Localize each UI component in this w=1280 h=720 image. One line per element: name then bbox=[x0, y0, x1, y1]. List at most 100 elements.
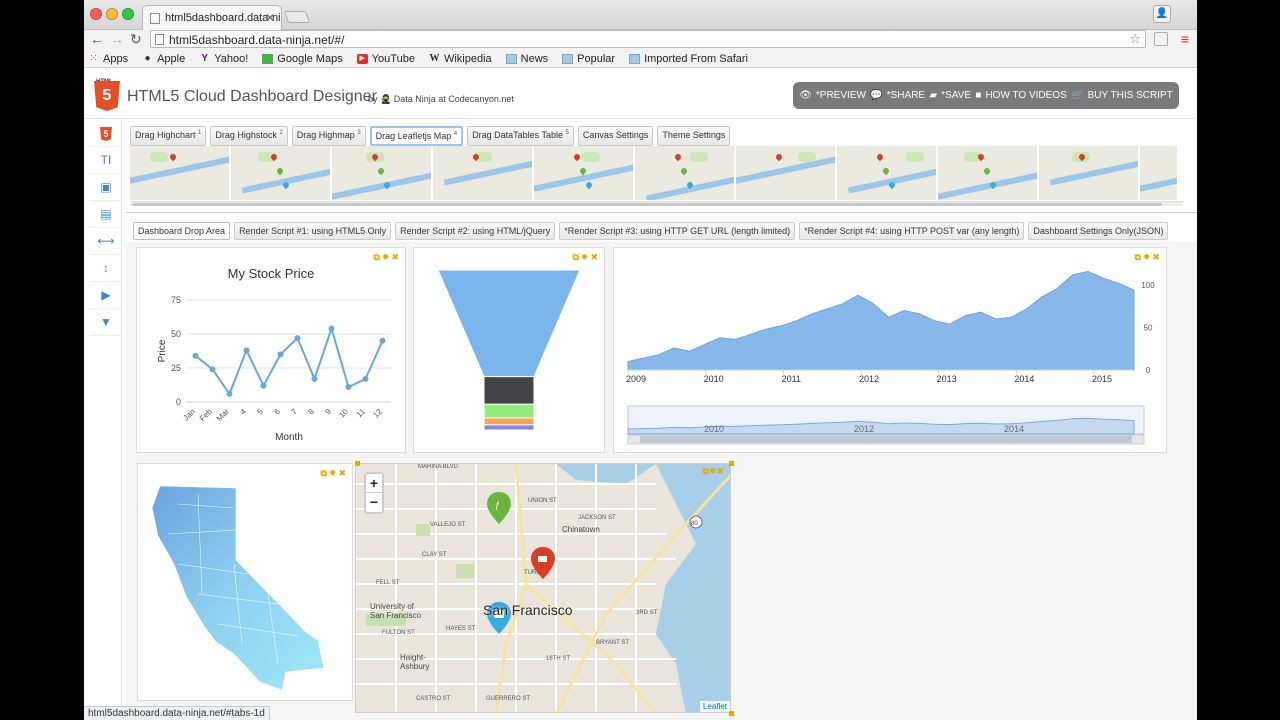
maps-icon bbox=[262, 53, 274, 64]
bookmark-label: Apple bbox=[157, 52, 186, 65]
resize-handle[interactable] bbox=[355, 461, 360, 466]
btn-sup: 2 bbox=[279, 130, 283, 136]
canvas-settings-button[interactable]: Canvas Settings bbox=[577, 126, 654, 146]
text-icon[interactable]: TI bbox=[90, 147, 122, 174]
how-to-videos-button[interactable]: ■ HOW TO VIDEOS bbox=[975, 90, 1066, 101]
svg-text:HAYES ST: HAYES ST bbox=[446, 626, 476, 632]
theme-settings-button[interactable]: Theme Settings bbox=[657, 126, 731, 146]
x-tick-label: 4 bbox=[238, 407, 248, 417]
x-tick-label: Mar bbox=[215, 407, 231, 423]
tab-dashboard-settings-json[interactable]: Dashboard Settings Only(JSON) bbox=[1028, 222, 1169, 240]
image-icon[interactable]: ▣ bbox=[90, 174, 122, 201]
bookmark-google-maps[interactable]: Google Maps bbox=[262, 52, 343, 65]
save-button[interactable]: ▰ *SAVE bbox=[929, 90, 971, 101]
bookmark-apple[interactable]: ● Apple bbox=[142, 52, 186, 65]
map-style-thumbnail[interactable] bbox=[736, 146, 835, 200]
tab-render-script-4[interactable]: *Render Script #4: using HTTP POST var (… bbox=[799, 222, 1025, 240]
preview-button[interactable]: 👁 *PREVIEW bbox=[799, 90, 866, 101]
svg-text:3RD ST: 3RD ST bbox=[636, 610, 658, 616]
bookmark-apps[interactable]: ⁙ Apps bbox=[88, 53, 128, 65]
dropdown-icon[interactable]: ▼ bbox=[90, 309, 122, 336]
share-button[interactable]: 💬 *SHARE bbox=[870, 90, 925, 101]
funnel-chart bbox=[437, 269, 581, 431]
menu-icon[interactable]: ≡ bbox=[1181, 31, 1189, 47]
scrollbar-thumb[interactable] bbox=[132, 203, 1162, 206]
btn-label: Drag DataTables Table bbox=[472, 130, 563, 140]
close-window-icon[interactable] bbox=[90, 8, 102, 20]
x-tick-label: 2009 bbox=[626, 374, 646, 384]
back-arrow-icon[interactable]: ← bbox=[90, 31, 104, 47]
bookmark-yahoo[interactable]: Y Yahoo! bbox=[199, 53, 248, 65]
drag-highstock-button[interactable]: Drag Highstock 2 bbox=[210, 126, 288, 146]
map-style-thumbnail[interactable] bbox=[938, 146, 1037, 200]
svg-text:GUERRERO ST: GUERRERO ST bbox=[486, 696, 530, 702]
address-bar[interactable]: html5dashboard.data-ninja.net/#/ ☆ bbox=[150, 30, 1146, 48]
resize-handle[interactable] bbox=[729, 711, 734, 716]
video-icon[interactable]: ▶ bbox=[90, 282, 122, 309]
extension-icon[interactable] bbox=[1154, 32, 1168, 46]
bookmark-news[interactable]: News bbox=[505, 53, 548, 65]
zoom-in-button[interactable]: + bbox=[366, 474, 382, 493]
y-tick-label: 75 bbox=[171, 295, 181, 305]
park-shape bbox=[150, 152, 168, 162]
map-style-thumbnail[interactable] bbox=[1039, 146, 1138, 200]
btn-label: Canvas Settings bbox=[582, 130, 649, 140]
bookmark-youtube[interactable]: ▶ YouTube bbox=[356, 53, 415, 65]
drag-highmap-button[interactable]: Drag Highmap 3 bbox=[291, 126, 366, 146]
tab-render-script-1[interactable]: Render Script #1: using HTML5 Only bbox=[234, 222, 392, 240]
map-style-thumbnail[interactable] bbox=[837, 146, 936, 200]
close-tab-icon[interactable]: ✕ bbox=[265, 11, 275, 25]
drag-leaflet-map-button[interactable]: Drag Leafletjs Map 4 bbox=[369, 126, 464, 146]
buy-script-button[interactable]: 🛒 BUY THIS SCRIPT bbox=[1071, 90, 1173, 101]
thumbnail-scrollbar[interactable] bbox=[130, 201, 1183, 206]
y-tick-label: 50 bbox=[1144, 324, 1153, 333]
y-tick-label: 100 bbox=[1141, 281, 1155, 290]
tab-render-script-3[interactable]: *Render Script #3: using HTTP GET URL (l… bbox=[559, 222, 796, 240]
svg-text:80: 80 bbox=[691, 521, 698, 527]
dashboard-drop-area[interactable]: ⧉ ✹ ✖ My Stock Price 0 25 50 75 Jan Feb Mar 4 5 6 7 8… bbox=[126, 242, 1197, 720]
funnel-chart-panel[interactable]: ⧉ ✹ ✖ bbox=[413, 247, 605, 453]
map-style-thumbnail[interactable] bbox=[332, 146, 431, 200]
document-icon[interactable]: ▤ bbox=[90, 201, 122, 228]
resize-handle[interactable] bbox=[729, 461, 734, 466]
bookmark-wikipedia[interactable]: W Wikipedia bbox=[429, 53, 491, 65]
map-style-thumbnail[interactable] bbox=[130, 146, 229, 200]
map-style-thumbnail[interactable] bbox=[1140, 146, 1177, 200]
map-style-thumbnail[interactable] bbox=[433, 146, 532, 200]
river-shape bbox=[1140, 160, 1177, 194]
html5-badge: 5 bbox=[100, 127, 112, 141]
reload-icon[interactable]: ↻ bbox=[130, 31, 142, 48]
maximize-window-icon[interactable] bbox=[122, 8, 134, 20]
eye-icon: 👁 bbox=[799, 90, 812, 101]
highmap-panel[interactable]: ⧉ ✹ ✖ bbox=[137, 463, 353, 701]
tab-dashboard-drop-area[interactable]: Dashboard Drop Area bbox=[133, 222, 231, 240]
california-shape[interactable] bbox=[151, 485, 325, 691]
navigator-tick-label: 2012 bbox=[854, 424, 874, 434]
bookmark-imported[interactable]: Imported From Safari bbox=[629, 53, 748, 65]
forward-arrow-icon[interactable]: → bbox=[110, 31, 124, 47]
stock-chart-panel[interactable]: ⧉ ✹ ✖ 0 50 100 2009 2010 2011 2012 2013 2014 2015 20… bbox=[613, 247, 1167, 453]
map-style-thumbnail[interactable] bbox=[534, 146, 633, 200]
horizontal-spacer-icon[interactable]: ⟷ bbox=[90, 228, 122, 255]
folder-icon: ▰ bbox=[929, 90, 938, 101]
bookmark-star-icon[interactable]: ☆ bbox=[1129, 31, 1141, 47]
leaflet-attribution[interactable]: Leaflet bbox=[699, 701, 730, 712]
close-icon[interactable]: ✖ bbox=[716, 466, 724, 476]
river-shape bbox=[534, 160, 633, 194]
drag-datatables-button[interactable]: Drag DataTables Table 5 bbox=[467, 126, 574, 146]
map-style-thumbnail[interactable] bbox=[231, 146, 330, 200]
bookmark-popular[interactable]: Popular bbox=[562, 53, 615, 65]
new-tab-button[interactable] bbox=[283, 11, 311, 23]
drag-highchart-button[interactable]: Drag Highchart 1 bbox=[130, 126, 207, 146]
html5-icon[interactable]: 5 bbox=[90, 120, 122, 147]
minimize-window-icon[interactable] bbox=[106, 8, 118, 20]
tab-render-script-2[interactable]: Render Script #2: using HTML/jQuery bbox=[395, 222, 556, 240]
zoom-out-button[interactable]: − bbox=[366, 493, 382, 512]
browser-tab[interactable]: html5dashboard.data-ninja ✕ bbox=[142, 5, 282, 30]
map-style-thumbnail[interactable] bbox=[635, 146, 734, 200]
leaflet-map[interactable]: MARINA BLVD UNION ST VALLEJO ST JACKSON … bbox=[355, 463, 731, 713]
vertical-spacer-icon[interactable]: ↕ bbox=[90, 255, 122, 282]
bookmark-label: Google Maps bbox=[277, 52, 343, 65]
line-chart-panel[interactable]: ⧉ ✹ ✖ My Stock Price 0 25 50 75 Jan Feb Mar 4 5 6 7 8… bbox=[136, 247, 406, 453]
profile-icon[interactable]: 👤 bbox=[1153, 5, 1171, 23]
